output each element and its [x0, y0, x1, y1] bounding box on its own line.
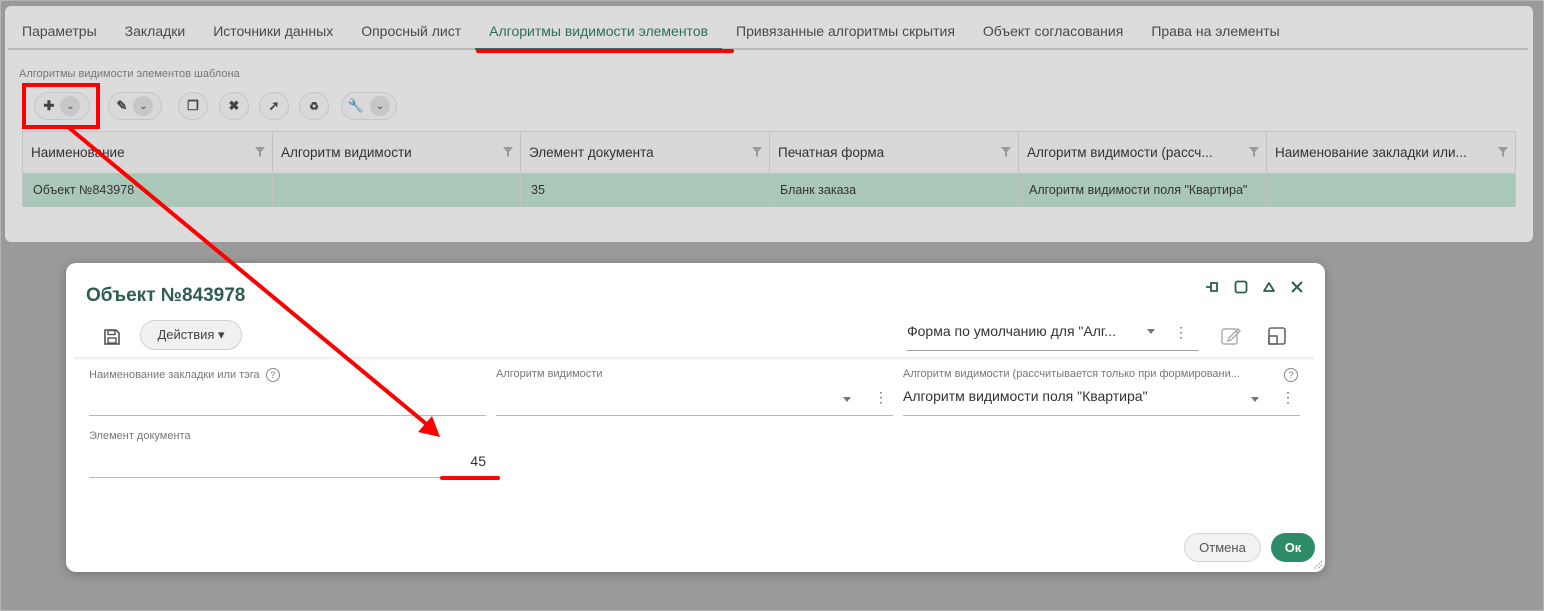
column-header-label: Алгоритм видимости (рассч... [1027, 145, 1213, 160]
refresh-icon: ♻ [309, 100, 319, 113]
element-underline [89, 477, 486, 478]
tab-bar: Параметры Закладки Источники данных Опро… [8, 12, 1528, 50]
dropdown-arrow-icon[interactable] [842, 394, 852, 404]
kebab-menu-icon[interactable]: ⋮ [1174, 322, 1188, 342]
tab-parameters[interactable]: Параметры [8, 12, 111, 50]
field-label-algorithm-print: Алгоритм видимости (рассчитывается тольк… [903, 368, 1240, 380]
delete-button[interactable]: ✖ [219, 92, 249, 120]
refresh-button[interactable]: ♻ [299, 92, 329, 120]
form-selector[interactable]: Форма по умолчанию для "Алг... ⋮ [907, 321, 1198, 351]
tab-hiding-algorithms[interactable]: Привязанные алгоритмы скрытия [722, 12, 969, 50]
column-header-label: Печатная форма [778, 145, 885, 160]
window-controls [1203, 277, 1307, 297]
maximize-icon[interactable] [1231, 277, 1251, 297]
column-header-element[interactable]: Элемент документа [521, 132, 770, 174]
open-button[interactable]: ➚ [259, 92, 289, 120]
help-icon[interactable]: ? [265, 368, 280, 382]
filter-icon[interactable] [502, 146, 514, 158]
field-label-element: Элемент документа [89, 430, 191, 442]
table-cell: Бланк заказа [770, 174, 1019, 207]
ok-button[interactable]: Ок [1271, 533, 1315, 562]
plus-icon: ✚ [43, 98, 55, 113]
column-header-label: Элемент документа [529, 145, 654, 160]
tab-element-rights[interactable]: Права на элементы [1137, 12, 1293, 50]
column-header-label: Наименование [31, 145, 125, 160]
dropdown-arrow-icon[interactable] [1146, 326, 1156, 336]
arrow-up-right-icon: ➚ [268, 98, 280, 113]
element-input[interactable]: 45 [89, 453, 486, 469]
table-cell [1267, 174, 1515, 207]
field-label-text: Наименование закладки или тэга [89, 368, 260, 381]
add-button[interactable]: ✚ ⌄ [34, 92, 90, 120]
copy-icon: ❐ [187, 98, 199, 113]
column-header-label: Наименование закладки или... [1275, 145, 1467, 160]
close-icon: ✖ [228, 98, 240, 113]
edit-form-icon[interactable] [1220, 325, 1242, 347]
section-title: Алгоритмы видимости элементов шаблона [19, 68, 240, 80]
kebab-menu-icon[interactable]: ⋮ [874, 389, 888, 406]
close-icon[interactable] [1287, 277, 1307, 297]
tab-questionnaire[interactable]: Опросный лист [347, 12, 475, 50]
actions-button[interactable]: Действия ▾ [140, 320, 242, 350]
resize-handle-icon[interactable] [1311, 558, 1323, 570]
table-row[interactable]: Объект №843978 35 Бланк заказа Алгоритм … [23, 174, 1515, 207]
form-selector-value: Форма по умолчанию для "Алг... [907, 323, 1116, 339]
save-icon[interactable] [100, 325, 124, 349]
dropdown-arrow-icon[interactable] [1250, 394, 1260, 404]
dialog-title: Объект №843978 [86, 285, 246, 306]
edit-dialog: Объект №843978 Действия ▾ Форма по умолч… [66, 263, 1325, 572]
column-header-algorithm-print[interactable]: Алгоритм видимости (рассч... [1019, 132, 1267, 174]
filter-icon[interactable] [1000, 146, 1012, 158]
window-mode-icon[interactable] [1266, 325, 1288, 347]
tab-name-underline [89, 415, 486, 416]
data-grid: Наименование Алгоритм видимости Элемент … [22, 131, 1516, 207]
tab-data-sources[interactable]: Источники данных [199, 12, 347, 50]
toolbar-divider [74, 357, 1314, 361]
wrench-icon: 🔧 [347, 98, 365, 113]
copy-button[interactable]: ❐ [178, 92, 208, 120]
table-cell: Алгоритм видимости поля "Квартира" [1019, 174, 1267, 207]
help-icon[interactable]: ? [1284, 368, 1298, 382]
collapse-icon[interactable] [1259, 277, 1279, 297]
tab-visibility-algorithms[interactable]: Алгоритмы видимости элементов [475, 12, 723, 50]
chevron-down-icon[interactable]: ⌄ [370, 96, 391, 116]
table-cell [273, 174, 521, 207]
field-label-tab-name: Наименование закладки или тэга? [89, 368, 280, 382]
edit-button[interactable]: ✎ ⌄ [108, 92, 162, 120]
grid-header: Наименование Алгоритм видимости Элемент … [23, 132, 1515, 174]
algorithm-print-select[interactable]: Алгоритм видимости поля "Квартира" [903, 388, 1148, 404]
field-label-algorithm: Алгоритм видимости [496, 368, 603, 380]
settings-button[interactable]: 🔧 ⌄ [341, 92, 397, 120]
cancel-button[interactable]: Отмена [1184, 533, 1261, 562]
algorithm-underline [496, 415, 893, 416]
table-cell: Объект №843978 [23, 174, 273, 207]
chevron-down-icon[interactable]: ⌄ [133, 96, 154, 116]
column-header-label: Алгоритм видимости [281, 145, 412, 160]
tab-approval-object[interactable]: Объект согласования [969, 12, 1137, 50]
filter-icon[interactable] [1497, 146, 1509, 158]
column-header-tab-name[interactable]: Наименование закладки или... [1267, 132, 1515, 174]
pencil-icon: ✎ [116, 98, 128, 113]
tab-bookmarks[interactable]: Закладки [111, 12, 200, 50]
algorithm-print-underline [903, 415, 1300, 416]
kebab-menu-icon[interactable]: ⋮ [1281, 389, 1295, 406]
column-header-algorithm[interactable]: Алгоритм видимости [273, 132, 521, 174]
column-header-name[interactable]: Наименование [23, 132, 273, 174]
filter-icon[interactable] [751, 146, 763, 158]
chevron-down-icon[interactable]: ⌄ [60, 96, 81, 116]
pin-icon[interactable] [1203, 277, 1223, 297]
filter-icon[interactable] [1248, 146, 1260, 158]
column-header-print-form[interactable]: Печатная форма [770, 132, 1019, 174]
filter-icon[interactable] [254, 146, 266, 158]
table-cell: 35 [521, 174, 770, 207]
